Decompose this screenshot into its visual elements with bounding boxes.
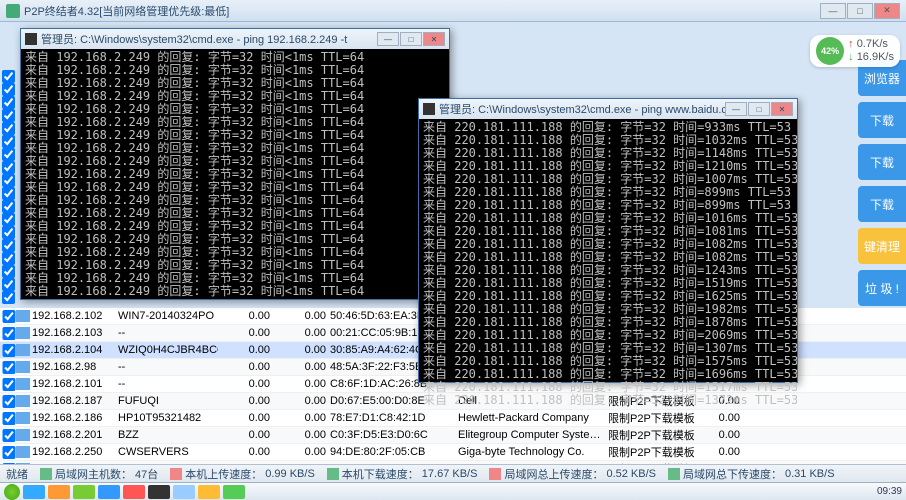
speed-percent: 42% <box>816 37 844 65</box>
cmd-max[interactable]: □ <box>400 32 422 46</box>
cmd-window-baidu[interactable]: 管理员: C:\Windows\system32\cmd.exe - ping … <box>418 98 798 383</box>
hosts-icon <box>40 468 52 480</box>
table-row[interactable]: 192.168.2.186HP10T953214820.000.0078:E7:… <box>0 410 906 427</box>
cmd-close[interactable]: ✕ <box>423 32 445 46</box>
app-title: P2P终结者4.32[当前网络管理优先级:最低] <box>24 3 820 19</box>
cmd-title-bar[interactable]: 管理员: C:\Windows\system32\cmd.exe - ping … <box>21 29 449 49</box>
row-checkbox[interactable] <box>2 327 16 340</box>
cmd-output: 来自 192.168.2.249 的回复: 字节=32 时间<1ms TTL=6… <box>21 49 449 300</box>
table-row[interactable]: 192.168.2.201BZZ0.000.00C0:3F:D5:E3:D0:6… <box>0 427 906 444</box>
table-row[interactable]: 192.168.2.250CWSERVERS0.000.0094:DE:80:2… <box>0 444 906 461</box>
row-checkbox[interactable] <box>2 187 15 200</box>
right-panel-btn[interactable]: 下载 <box>858 102 906 138</box>
row-checkbox[interactable] <box>2 83 15 96</box>
row-checkbox[interactable] <box>2 344 16 357</box>
row-checkbox[interactable] <box>2 135 15 148</box>
host-icon <box>16 361 30 373</box>
row-checkbox[interactable] <box>2 429 16 442</box>
cmd-close[interactable]: ✕ <box>771 102 793 116</box>
taskbar-app[interactable] <box>73 485 95 499</box>
start-button[interactable] <box>4 484 20 500</box>
window-buttons: — □ ✕ <box>820 3 900 19</box>
row-checkbox[interactable] <box>2 213 15 226</box>
host-icon <box>16 429 30 441</box>
app-icon <box>6 4 20 18</box>
host-icon <box>16 395 30 407</box>
taskbar-app[interactable] <box>123 485 145 499</box>
row-checkbox[interactable] <box>2 378 16 391</box>
taskbar-app[interactable] <box>223 485 245 499</box>
taskbar-app[interactable] <box>48 485 70 499</box>
row-checkbox[interactable] <box>2 109 15 122</box>
row-checkbox[interactable] <box>2 148 15 161</box>
row-checkbox[interactable] <box>2 239 15 252</box>
row-checkbox[interactable] <box>2 226 15 239</box>
row-checkbox[interactable] <box>2 265 15 278</box>
right-panel-btn[interactable]: 键清理 <box>858 228 906 264</box>
host-icon <box>16 446 30 458</box>
taskbar-app[interactable] <box>198 485 220 499</box>
minimize-button[interactable]: — <box>820 3 846 19</box>
cmd-min[interactable]: — <box>377 32 399 46</box>
row-checkbox[interactable] <box>2 310 16 323</box>
speed-widget[interactable]: 42% ↑ 0.7K/s ↓ 16.9K/s <box>810 35 900 67</box>
right-panel-btn[interactable]: 下载 <box>858 144 906 180</box>
host-icon <box>16 344 30 356</box>
cmd-title-text: 管理员: C:\Windows\system32\cmd.exe - ping … <box>439 101 725 117</box>
cmd-max[interactable]: □ <box>748 102 770 116</box>
row-checkbox[interactable] <box>2 70 15 83</box>
right-panel-btn[interactable]: 垃 圾 ! <box>858 270 906 306</box>
row-checkbox[interactable] <box>2 200 15 213</box>
taskbar-app[interactable] <box>148 485 170 499</box>
taskbar[interactable]: 09:39 <box>0 482 906 500</box>
left-checkbox-column: for(let i=0;i<18;i++)document.write('<di… <box>2 70 15 304</box>
cmd-title-text: 管理员: C:\Windows\system32\cmd.exe - ping … <box>41 31 377 47</box>
taskbar-app[interactable] <box>98 485 120 499</box>
maximize-button[interactable]: □ <box>847 3 873 19</box>
total-up-icon <box>489 468 501 480</box>
right-panel-btn[interactable]: 下载 <box>858 186 906 222</box>
row-checkbox[interactable] <box>2 174 15 187</box>
taskbar-app[interactable] <box>23 485 45 499</box>
app-title-bar: P2P终结者4.32[当前网络管理优先级:最低] — □ ✕ <box>0 0 906 22</box>
taskbar-app[interactable] <box>173 485 195 499</box>
row-checkbox[interactable] <box>2 412 16 425</box>
row-checkbox[interactable] <box>2 361 16 374</box>
right-panel: 浏览器下载下载下载键清理垃 圾 ! <box>858 60 906 306</box>
cmd-output: 来自 220.181.111.188 的回复: 字节=32 时间=933ms T… <box>419 119 797 409</box>
host-icon <box>16 412 30 424</box>
host-icon <box>16 378 30 390</box>
total-down-icon <box>668 468 680 480</box>
cmd-window-local[interactable]: 管理员: C:\Windows\system32\cmd.exe - ping … <box>20 28 450 300</box>
cmd-title-bar[interactable]: 管理员: C:\Windows\system32\cmd.exe - ping … <box>419 99 797 119</box>
close-button[interactable]: ✕ <box>874 3 900 19</box>
up-icon <box>170 468 182 480</box>
taskbar-time: 09:39 <box>877 486 902 497</box>
row-checkbox[interactable] <box>2 96 15 109</box>
row-checkbox[interactable] <box>2 446 16 459</box>
status-ready: 就绪 <box>6 466 28 482</box>
speed-text: ↑ 0.7K/s ↓ 16.9K/s <box>848 38 894 64</box>
row-checkbox[interactable] <box>2 122 15 135</box>
row-checkbox[interactable] <box>2 395 16 408</box>
cmd-min[interactable]: — <box>725 102 747 116</box>
down-icon <box>327 468 339 480</box>
row-checkbox[interactable] <box>2 252 15 265</box>
host-icon <box>16 327 30 339</box>
row-checkbox[interactable] <box>2 161 15 174</box>
host-icon <box>16 310 30 322</box>
cmd-icon <box>25 33 37 45</box>
cmd-icon <box>423 103 435 115</box>
status-bar: 就绪 局域网主机数：47台 本机上传速度：0.99 KB/S 本机下载速度：17… <box>0 464 906 482</box>
row-checkbox[interactable] <box>2 278 15 291</box>
row-checkbox[interactable] <box>2 291 15 304</box>
